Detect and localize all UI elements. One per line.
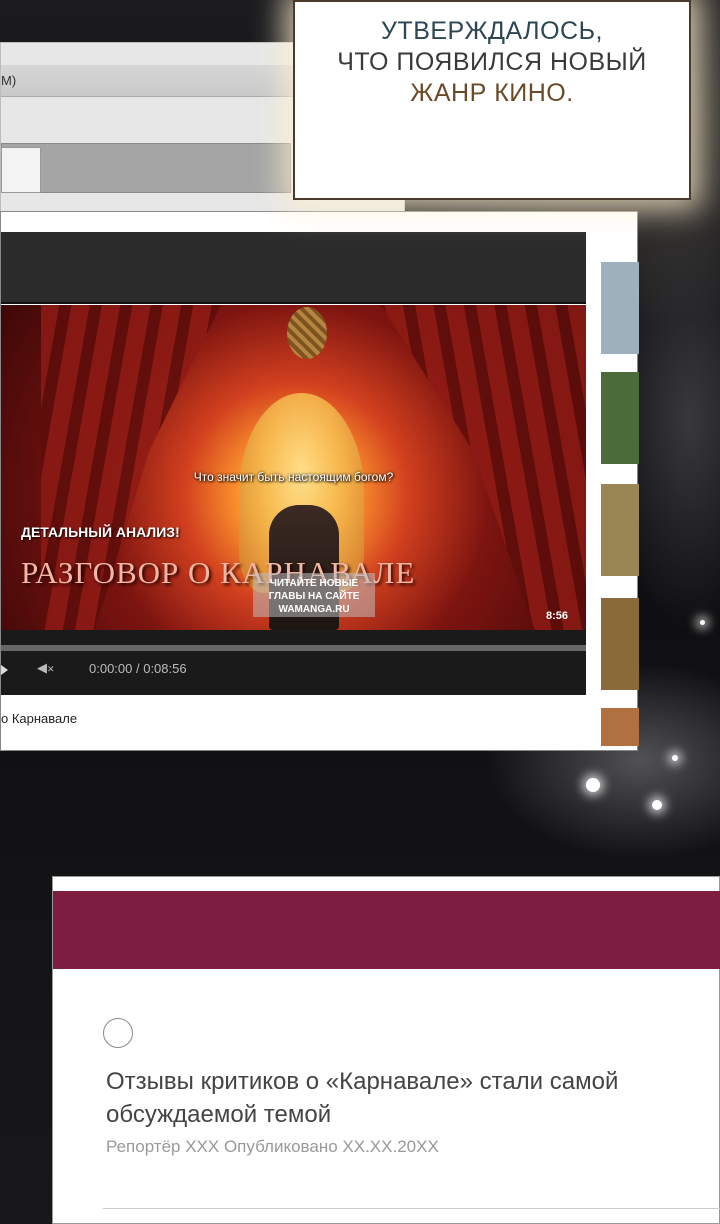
play-icon[interactable] xyxy=(1,665,8,675)
article-meta: Репортёр XXX Опубликовано XX.XX.20XX xyxy=(106,1137,439,1156)
caption-box: УТВЕРЖДАЛОСЬ, ЧТО ПОЯВИЛСЯ НОВЫЙ ЖАНР КИ… xyxy=(293,0,691,200)
duration-badge: 8:56 xyxy=(545,610,568,622)
video-page-window: Что значит быть настоящим богом? ДЕТАЛЬН… xyxy=(0,211,639,751)
player-controls: ◀✕ 0:00:00 / 0:08:56 xyxy=(1,630,586,695)
lantern xyxy=(287,307,327,359)
old-window-panel xyxy=(1,143,291,193)
watermark-line-2: ГЛАВЫ НА САЙТЕ xyxy=(268,591,360,602)
article-headline[interactable]: Отзывы критиков о «Карнавале» стали само… xyxy=(106,1065,706,1131)
news-article-card: Отзывы критиков о «Карнавале» стали само… xyxy=(52,876,720,1224)
sparkle-4 xyxy=(700,620,705,625)
caption-line-3: ЖАНР КИНО. xyxy=(410,79,574,107)
watermark-line-1: ЧИТАЙТЕ НОВЫЕ xyxy=(269,578,359,589)
mute-x: ✕ xyxy=(47,664,55,674)
progress-bar[interactable] xyxy=(1,645,586,651)
video-subtitle: Что значит быть настоящим богом? xyxy=(193,470,394,484)
caption-line-1: УТВЕРЖДАЛОСЬ, xyxy=(381,17,603,45)
circle-icon[interactable] xyxy=(103,1018,133,1048)
video-frame[interactable]: Что значит быть настоящим богом? ДЕТАЛЬН… xyxy=(1,305,586,630)
thumbnail-4[interactable] xyxy=(601,598,639,690)
thumbnail-5[interactable] xyxy=(601,708,639,746)
video-top-bar xyxy=(1,232,586,304)
article-banner xyxy=(53,891,720,969)
old-window-button[interactable] xyxy=(1,147,41,193)
caption-line-2: ЧТО ПОЯВИЛСЯ НОВЫЙ xyxy=(337,48,647,76)
thumbnail-2[interactable] xyxy=(601,372,639,464)
old-window-field[interactable]: M) xyxy=(1,65,301,97)
video-player[interactable]: Что значит быть настоящим богом? ДЕТАЛЬН… xyxy=(1,305,586,695)
video-title[interactable]: о Карнавале xyxy=(1,711,77,726)
volume-mute-icon[interactable]: ◀✕ xyxy=(37,660,55,676)
overlay-label: ДЕТАЛЬНЫЙ АНАЛИЗ! xyxy=(21,524,180,540)
sparkle-2 xyxy=(652,800,662,810)
sparkle-1 xyxy=(586,778,600,792)
divider xyxy=(103,1208,720,1209)
thumbnail-1[interactable] xyxy=(601,262,639,354)
thumbnail-3[interactable] xyxy=(601,484,639,576)
sparkle-3 xyxy=(672,755,678,761)
watermark-line-3: WAMANGA.RU xyxy=(278,604,350,615)
watermark: ЧИТАЙТЕ НОВЫЕ ГЛАВЫ НА САЙТЕ WAMANGA.RU xyxy=(253,573,375,617)
timecode: 0:00:00 / 0:08:56 xyxy=(89,661,187,676)
